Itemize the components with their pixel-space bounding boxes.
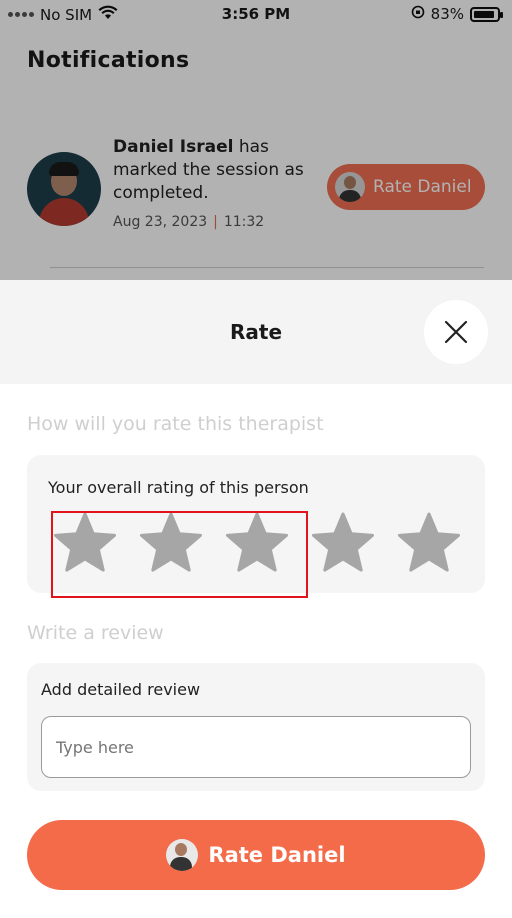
- rating-section-label: How will you rate this therapist: [27, 413, 324, 435]
- close-icon: [444, 320, 468, 344]
- dim-overlay: [0, 0, 512, 280]
- close-button[interactable]: [424, 300, 488, 364]
- highlight-box: [51, 511, 308, 598]
- review-card-label: Add detailed review: [41, 680, 201, 699]
- review-input[interactable]: [41, 716, 471, 778]
- review-section-label: Write a review: [27, 622, 164, 644]
- rate-daniel-button[interactable]: Rate Daniel: [27, 820, 485, 890]
- notifications-screen: No SIM 3:56 PM 83% Notifications Daniel …: [0, 0, 512, 280]
- sheet-header: Rate: [0, 280, 512, 384]
- rating-card-label: Your overall rating of this person: [48, 478, 309, 497]
- submit-label: Rate Daniel: [208, 843, 346, 867]
- avatar: [166, 839, 199, 871]
